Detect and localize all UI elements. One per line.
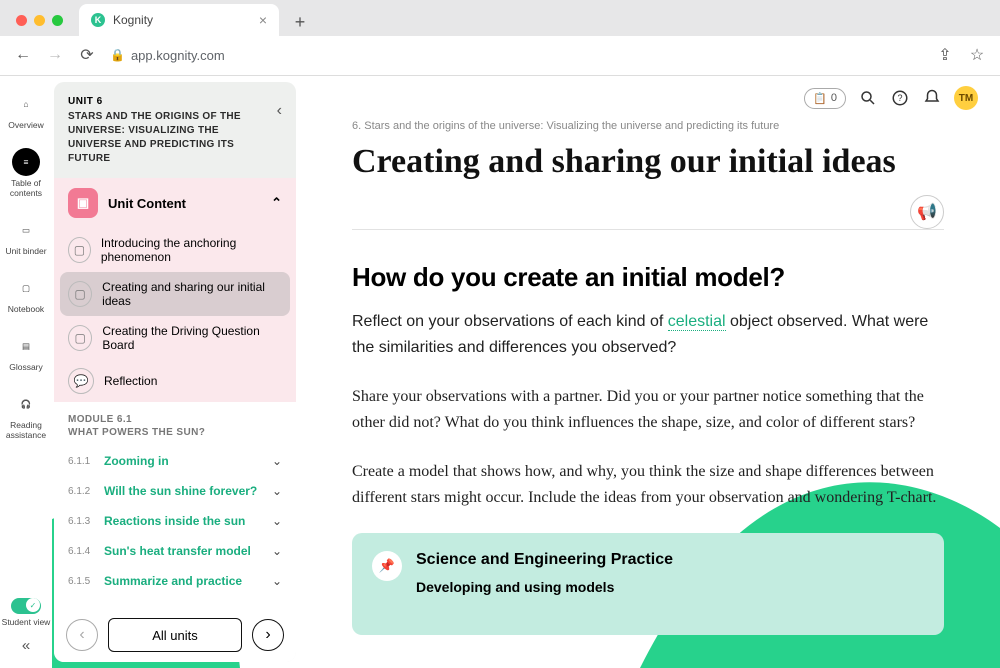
chevron-down-icon: ⌄ bbox=[272, 514, 282, 528]
back-button[interactable]: ← bbox=[14, 46, 32, 64]
rail-reading-assistance[interactable]: 🎧 Reading assistance bbox=[2, 384, 50, 446]
rail-unit-binder[interactable]: ▭ Unit binder bbox=[2, 210, 50, 262]
prev-unit-button[interactable]: ‹ bbox=[66, 619, 98, 651]
tab-title: Kognity bbox=[113, 13, 153, 27]
content-area: 📋 0 ? TM 6. Stars and the origins of the… bbox=[296, 76, 1000, 668]
top-actions: 📋 0 ? TM bbox=[804, 86, 978, 110]
bookmark-icon[interactable]: ☆ bbox=[968, 45, 986, 65]
module-item-614[interactable]: 6.1.4 Sun's heat transfer model ⌄ bbox=[54, 536, 296, 566]
module-section: MODULE 6.1 WHAT POWERS THE SUN? 6.1.1 Zo… bbox=[54, 402, 296, 608]
lock-icon: 🔒 bbox=[110, 48, 125, 62]
paragraph-1: Reflect on your observations of each kin… bbox=[352, 309, 944, 362]
rail-notebook[interactable]: ▢ Notebook bbox=[2, 268, 50, 320]
body-text: Reflect on your observations of each kin… bbox=[352, 309, 944, 511]
uc-item-creating-sharing[interactable]: ▢ Creating and sharing our initial ideas bbox=[60, 272, 290, 316]
page-title: Creating and sharing our initial ideas bbox=[352, 142, 944, 181]
student-view-toggle[interactable] bbox=[11, 598, 41, 614]
unit-content-header[interactable]: ▣ Unit Content ⌃ bbox=[54, 178, 296, 228]
unit-title: STARS AND THE ORIGINS OF THE UNIVERSE: V… bbox=[68, 110, 271, 166]
module-item-615[interactable]: 6.1.5 Summarize and practice ⌄ bbox=[54, 566, 296, 596]
callout-subtitle: Developing and using models bbox=[416, 579, 673, 595]
window-controls[interactable] bbox=[8, 15, 71, 36]
megaphone-icon: 📢 bbox=[917, 202, 937, 222]
toc-panel: UNIT 6 STARS AND THE ORIGINS OF THE UNIV… bbox=[54, 82, 296, 662]
home-icon: ⌂ bbox=[12, 90, 40, 118]
navigation-rail: ⌂ Overview ≡ Table of contents ▭ Unit bi… bbox=[0, 76, 52, 668]
forward-button[interactable]: → bbox=[46, 46, 64, 64]
callout-title: Science and Engineering Practice bbox=[416, 551, 673, 569]
notebook-icon: ▢ bbox=[12, 274, 40, 302]
module-item-612[interactable]: 6.1.2 Will the sun shine forever? ⌄ bbox=[54, 476, 296, 506]
headphones-icon: 🎧 bbox=[12, 390, 40, 418]
next-unit-button[interactable]: › bbox=[252, 619, 284, 651]
reload-button[interactable]: ⟳ bbox=[78, 45, 96, 65]
announce-button[interactable]: 📢 bbox=[910, 195, 944, 229]
module-item-613[interactable]: 6.1.3 Reactions inside the sun ⌄ bbox=[54, 506, 296, 536]
collapse-rail-button[interactable]: « bbox=[22, 637, 30, 654]
chevron-left-icon[interactable]: ‹ bbox=[277, 96, 282, 166]
help-button[interactable]: ? bbox=[890, 88, 910, 108]
breadcrumb: 6. Stars and the origins of the universe… bbox=[352, 120, 944, 132]
notifications-button[interactable] bbox=[922, 88, 942, 108]
uc-item-reflection[interactable]: 💬 Reflection bbox=[54, 360, 296, 402]
chat-icon: 💬 bbox=[68, 368, 94, 394]
chevron-up-icon: ⌃ bbox=[271, 195, 282, 211]
share-icon[interactable]: ⇪ bbox=[936, 45, 954, 65]
pin-icon: 📌 bbox=[372, 551, 402, 581]
module-kicker: MODULE 6.1 bbox=[68, 414, 282, 425]
browser-chrome: K Kognity × + ← → ⟳ 🔒 app.kognity.com ⇪ … bbox=[0, 0, 1000, 76]
section-heading: How do you create an initial model? bbox=[352, 262, 944, 293]
chevron-down-icon: ⌄ bbox=[272, 574, 282, 588]
list-icon: ≡ bbox=[12, 148, 40, 176]
url-text: app.kognity.com bbox=[131, 48, 225, 63]
rail-toc[interactable]: ≡ Table of contents bbox=[2, 142, 50, 204]
unit-kicker: UNIT 6 bbox=[68, 96, 271, 107]
folder-icon: ▭ bbox=[12, 216, 40, 244]
favicon: K bbox=[91, 13, 105, 27]
unit-header[interactable]: UNIT 6 STARS AND THE ORIGINS OF THE UNIV… bbox=[54, 82, 296, 178]
browser-tab[interactable]: K Kognity × bbox=[79, 4, 279, 36]
user-avatar[interactable]: TM bbox=[954, 86, 978, 110]
module-title: WHAT POWERS THE SUN? bbox=[68, 427, 282, 438]
new-tab-button[interactable]: + bbox=[287, 10, 313, 36]
all-units-button[interactable]: All units bbox=[108, 618, 242, 652]
uc-item-anchoring[interactable]: ▢ Introducing the anchoring phenomenon bbox=[54, 228, 296, 272]
maximize-window[interactable] bbox=[52, 15, 63, 26]
close-tab-icon[interactable]: × bbox=[259, 12, 267, 28]
book-icon: ▤ bbox=[12, 332, 40, 360]
glossary-term[interactable]: celestial bbox=[668, 313, 726, 331]
divider bbox=[352, 229, 944, 230]
callout-practice: 📌 Science and Engineering Practice Devel… bbox=[352, 533, 944, 635]
chevron-down-icon: ⌄ bbox=[272, 544, 282, 558]
module-item-611[interactable]: 6.1.1 Zooming in ⌄ bbox=[54, 446, 296, 476]
address-bar[interactable]: 🔒 app.kognity.com bbox=[110, 48, 922, 63]
paragraph-2: Share your observations with a partner. … bbox=[352, 384, 944, 437]
rail-overview[interactable]: ⌂ Overview bbox=[2, 84, 50, 136]
assignments-pill[interactable]: 📋 0 bbox=[804, 88, 846, 109]
close-window[interactable] bbox=[16, 15, 27, 26]
chevron-down-icon: ⌄ bbox=[272, 454, 282, 468]
clipboard-icon: 📋 bbox=[813, 92, 827, 105]
rail-glossary[interactable]: ▤ Glossary bbox=[2, 326, 50, 378]
chevron-down-icon: ⌄ bbox=[272, 484, 282, 498]
book-open-icon: ▣ bbox=[68, 188, 98, 218]
svg-text:?: ? bbox=[897, 93, 902, 103]
minimize-window[interactable] bbox=[34, 15, 45, 26]
student-view-label: Student view bbox=[2, 617, 51, 627]
paragraph-3: Create a model that shows how, and why, … bbox=[352, 459, 944, 512]
page-icon: ▢ bbox=[68, 281, 92, 307]
uc-item-driving-question[interactable]: ▢ Creating the Driving Question Board bbox=[54, 316, 296, 360]
panel-footer: ‹ All units › bbox=[54, 608, 296, 662]
page-icon: ▢ bbox=[68, 237, 91, 263]
page-icon: ▢ bbox=[68, 325, 92, 351]
unit-content-section: ▣ Unit Content ⌃ ▢ Introducing the ancho… bbox=[54, 178, 296, 402]
search-button[interactable] bbox=[858, 88, 878, 108]
